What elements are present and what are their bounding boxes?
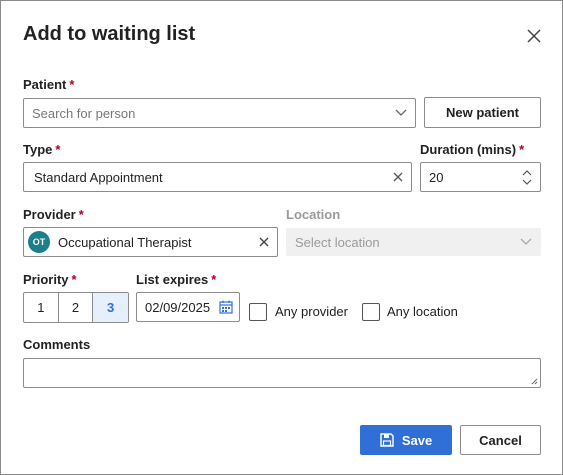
type-value: Standard Appointment <box>34 169 163 185</box>
type-select[interactable]: Standard Appointment <box>23 162 412 192</box>
required-marker: * <box>519 142 525 157</box>
list-expires-value: 02/09/2025 <box>145 299 211 315</box>
list-expires-label: List expires * <box>136 272 216 287</box>
save-icon <box>380 433 394 447</box>
location-placeholder: Select location <box>295 234 380 250</box>
provider-label: Provider * <box>23 207 84 222</box>
resize-handle-icon[interactable] <box>530 377 538 385</box>
patient-search-input[interactable]: Search for person <box>23 98 416 128</box>
clear-provider-icon[interactable] <box>259 237 269 247</box>
priority-option-1[interactable]: 1 <box>24 293 59 322</box>
type-label-text: Type <box>23 142 53 157</box>
type-label: Type * <box>23 142 60 157</box>
new-patient-button[interactable]: New patient <box>424 97 541 128</box>
patient-label: Patient * <box>23 77 74 92</box>
comments-textarea[interactable] <box>23 358 541 388</box>
cancel-button[interactable]: Cancel <box>460 425 541 455</box>
required-marker: * <box>69 77 75 92</box>
list-expires-label-text: List expires <box>136 272 209 287</box>
close-icon[interactable] <box>525 27 543 45</box>
save-button[interactable]: Save <box>360 425 452 455</box>
any-provider-checkbox[interactable] <box>249 303 267 321</box>
provider-selection: OT Occupational Therapist <box>28 231 191 253</box>
chevron-up-icon[interactable] <box>522 169 532 176</box>
priority-label-text: Priority <box>23 272 69 287</box>
provider-value: Occupational Therapist <box>58 234 192 250</box>
required-marker: * <box>211 272 217 287</box>
chevron-down-icon <box>395 109 407 117</box>
provider-label-text: Provider <box>23 207 76 222</box>
duration-label: Duration (mins) * <box>420 142 524 157</box>
add-to-waiting-list-dialog: Add to waiting list Patient * Search for … <box>0 0 563 475</box>
patient-search-placeholder: Search for person <box>32 105 136 121</box>
location-label: Location <box>286 207 341 222</box>
priority-selector: 1 2 3 <box>23 292 129 323</box>
priority-option-3[interactable]: 3 <box>93 293 128 322</box>
stepper-arrows <box>522 169 532 185</box>
provider-avatar: OT <box>28 231 50 253</box>
duration-value: 20 <box>429 169 444 185</box>
any-provider-label: Any provider <box>275 304 348 319</box>
required-marker: * <box>78 207 84 222</box>
comments-label: Comments <box>23 337 91 352</box>
clear-type-icon[interactable] <box>393 172 403 182</box>
location-select: Select location <box>286 228 541 256</box>
duration-stepper[interactable]: 20 <box>420 162 541 192</box>
save-button-label: Save <box>401 432 433 448</box>
patient-label-text: Patient <box>23 77 67 92</box>
duration-label-text: Duration (mins) <box>420 142 517 157</box>
calendar-icon[interactable] <box>219 300 233 314</box>
chevron-down-icon[interactable] <box>522 179 532 185</box>
chevron-down-icon <box>520 238 532 246</box>
priority-label: Priority * <box>23 272 77 287</box>
required-marker: * <box>71 272 77 287</box>
any-location-label: Any location <box>387 304 458 319</box>
required-marker: * <box>55 142 61 157</box>
dialog-title: Add to waiting list <box>23 23 196 45</box>
priority-option-2[interactable]: 2 <box>59 293 94 322</box>
any-location-checkbox[interactable] <box>362 303 380 321</box>
provider-select[interactable]: OT Occupational Therapist <box>23 227 278 257</box>
list-expires-date-input[interactable]: 02/09/2025 <box>136 292 240 322</box>
